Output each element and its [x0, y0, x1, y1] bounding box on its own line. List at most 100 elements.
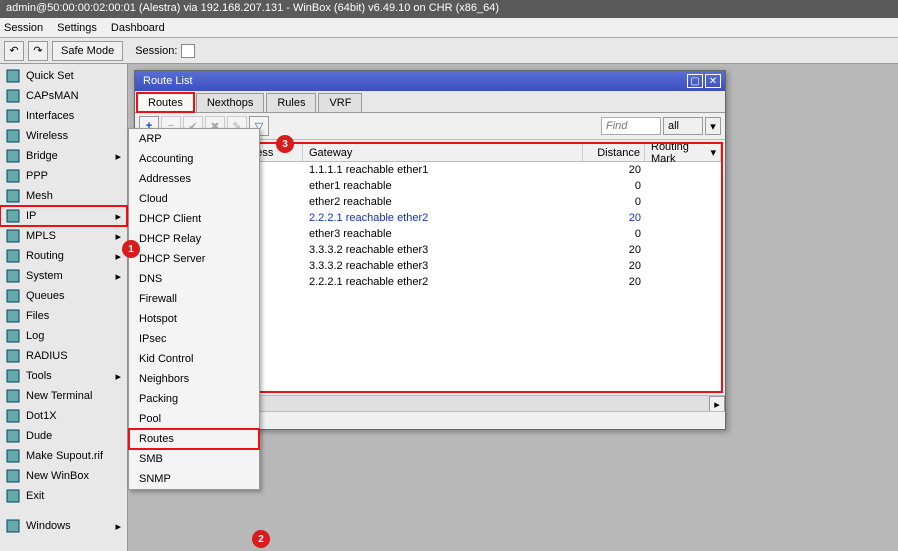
dude-icon [6, 429, 20, 443]
title-bar: admin@50:00:00:02:00:01 (Alestra) via 19… [0, 0, 898, 18]
cell-gateway: ether1 reachable [303, 178, 583, 194]
cell-gateway: 3.3.3.2 reachable ether3 [303, 242, 583, 258]
sidebar-item-quick-set[interactable]: Quick Set [0, 66, 127, 86]
safe-mode-button[interactable]: Safe Mode [52, 41, 123, 61]
session-box[interactable] [181, 44, 195, 58]
submenu-item-accounting[interactable]: Accounting [129, 149, 259, 169]
files-icon [6, 309, 20, 323]
sidebar-item-system[interactable]: System▸ [0, 266, 127, 286]
sidebar-item-tools[interactable]: Tools▸ [0, 366, 127, 386]
find-input[interactable] [601, 117, 661, 135]
tab-nexthops[interactable]: Nexthops [196, 93, 264, 112]
sidebar-item-mpls[interactable]: MPLS▸ [0, 226, 127, 246]
submenu-item-dns[interactable]: DNS [129, 269, 259, 289]
sidebar-item-queues[interactable]: Queues [0, 286, 127, 306]
submenu-item-dhcp-client[interactable]: DHCP Client [129, 209, 259, 229]
sidebar-item-label: Quick Set [26, 70, 74, 82]
cell-gateway: 3.3.3.2 reachable ether3 [303, 258, 583, 274]
tab-vrf[interactable]: VRF [318, 93, 362, 112]
cell-distance: 20 [583, 162, 645, 178]
redo-button[interactable]: ↷ [28, 41, 48, 61]
sidebar-item-dot1x[interactable]: Dot1X [0, 406, 127, 426]
interfaces-icon [6, 109, 20, 123]
sidebar-item-capsman[interactable]: CAPsMAN [0, 86, 127, 106]
submenu-item-kid-control[interactable]: Kid Control [129, 349, 259, 369]
tabs: RoutesNexthopsRulesVRF [135, 91, 725, 113]
window-close-icon[interactable]: ✕ [705, 74, 721, 88]
sidebar-item-bridge[interactable]: Bridge▸ [0, 146, 127, 166]
annotation-badge-1: 1 [122, 240, 140, 258]
sidebar-item-new-terminal[interactable]: New Terminal [0, 386, 127, 406]
submenu-item-packing[interactable]: Packing [129, 389, 259, 409]
cell-routing-mark [645, 226, 721, 242]
cell-routing-mark [645, 274, 721, 290]
submenu-item-addresses[interactable]: Addresses [129, 169, 259, 189]
cell-routing-mark [645, 194, 721, 210]
sidebar-item-radius[interactable]: RADIUS [0, 346, 127, 366]
sidebar-item-dude[interactable]: Dude [0, 426, 127, 446]
menu-session[interactable]: Session [4, 22, 43, 34]
sidebar-item-label: New Terminal [26, 390, 92, 402]
cell-distance: 20 [583, 242, 645, 258]
submenu-item-pool[interactable]: Pool [129, 409, 259, 429]
sidebar-item-log[interactable]: Log [0, 326, 127, 346]
filter-dropdown-icon[interactable]: ▾ [705, 117, 721, 135]
sidebar-item-exit[interactable]: Exit [0, 486, 127, 506]
submenu-item-dhcp-server[interactable]: DHCP Server [129, 249, 259, 269]
sidebar-item-windows[interactable]: Windows▸ [0, 516, 127, 536]
sidebar-item-ppp[interactable]: PPP [0, 166, 127, 186]
session-label: Session: [135, 45, 177, 57]
submenu-item-cloud[interactable]: Cloud [129, 189, 259, 209]
col-gateway[interactable]: Gateway [303, 144, 583, 161]
submenu-item-snmp[interactable]: SNMP [129, 469, 259, 489]
col-routing-mark[interactable]: Routing Mark ▾ [645, 144, 721, 161]
sidebar-item-routing[interactable]: Routing▸ [0, 246, 127, 266]
window-title: Route List [139, 75, 685, 87]
sidebar-item-interfaces[interactable]: Interfaces [0, 106, 127, 126]
menu-bar: Session Settings Dashboard [0, 18, 898, 38]
submenu-item-routes[interactable]: Routes [129, 429, 259, 449]
sidebar-item-ip[interactable]: IP▸ [0, 206, 127, 226]
chevron-right-icon: ▸ [115, 370, 121, 383]
submenu-item-smb[interactable]: SMB [129, 449, 259, 469]
sidebar-item-label: Queues [26, 290, 65, 302]
submenu-item-arp[interactable]: ARP [129, 129, 259, 149]
sidebar-item-label: Bridge [26, 150, 58, 162]
sidebar-item-files[interactable]: Files [0, 306, 127, 326]
sidebar-item-label: CAPsMAN [26, 90, 79, 102]
tab-routes[interactable]: Routes [137, 93, 194, 112]
routing-icon [6, 249, 20, 263]
app-toolbar: ↶ ↷ Safe Mode Session: [0, 38, 898, 64]
cell-distance: 20 [583, 210, 645, 226]
undo-button[interactable]: ↶ [4, 41, 24, 61]
tab-rules[interactable]: Rules [266, 93, 316, 112]
submenu-item-dhcp-relay[interactable]: DHCP Relay [129, 229, 259, 249]
sidebar-item-label: Dot1X [26, 410, 57, 422]
submenu-item-ipsec[interactable]: IPsec [129, 329, 259, 349]
menu-dashboard[interactable]: Dashboard [111, 22, 165, 34]
cell-distance: 20 [583, 274, 645, 290]
window-minimize-icon[interactable]: ▢ [687, 74, 703, 88]
sidebar-item-label: New WinBox [26, 470, 89, 482]
cell-gateway: ether3 reachable [303, 226, 583, 242]
ip-icon [6, 209, 20, 223]
sidebar-item-label: MPLS [26, 230, 56, 242]
cell-distance: 0 [583, 226, 645, 242]
sidebar-item-label: Mesh [26, 190, 53, 202]
sidebar-item-new-winbox[interactable]: New WinBox [0, 466, 127, 486]
menu-settings[interactable]: Settings [57, 22, 97, 34]
sidebar-item-label: Exit [26, 490, 44, 502]
sidebar-item-make-supout-rif[interactable]: Make Supout.rif [0, 446, 127, 466]
sidebar-item-mesh[interactable]: Mesh [0, 186, 127, 206]
window-titlebar[interactable]: Route List ▢ ✕ [135, 71, 725, 91]
sidebar-item-label: Interfaces [26, 110, 74, 122]
sidebar-item-wireless[interactable]: Wireless [0, 126, 127, 146]
system-icon [6, 269, 20, 283]
submenu-item-hotspot[interactable]: Hotspot [129, 309, 259, 329]
col-distance[interactable]: Distance [583, 144, 645, 161]
submenu-item-neighbors[interactable]: Neighbors [129, 369, 259, 389]
scroll-right-icon[interactable]: ▸ [709, 396, 725, 412]
queues-icon [6, 289, 20, 303]
submenu-item-firewall[interactable]: Firewall [129, 289, 259, 309]
filter-all-select[interactable]: all [663, 117, 703, 135]
